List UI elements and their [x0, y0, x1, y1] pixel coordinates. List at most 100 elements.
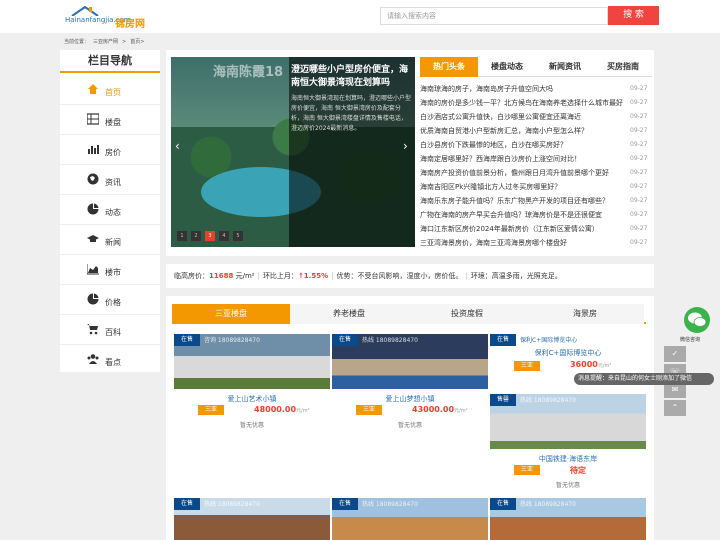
- listing-name[interactable]: 保利C+国际博览中心: [490, 348, 646, 358]
- news-row[interactable]: 优质海南自贸港小户型新房汇总，海南小户型怎么样？ 09-27: [420, 123, 652, 137]
- tab-seaview-house[interactable]: 海景房: [526, 304, 644, 324]
- news-title[interactable]: 优质海南自贸港小户型新房汇总，海南小户型怎么样？: [420, 126, 626, 136]
- wechat-consult[interactable]: 微信咨询: [680, 303, 716, 343]
- tab-investment-vacation[interactable]: 投资度假: [408, 304, 526, 324]
- news-title[interactable]: 海南房产投资价值前景分析，儋州跟日月湾升值前景哪个更好: [420, 168, 626, 178]
- breadcrumb: 当前位置： 三亚房产网 > 首页>: [64, 38, 148, 45]
- nav-item-buildings[interactable]: 楼盘: [60, 105, 160, 135]
- listing-phone: 热线 18089828470: [362, 337, 418, 344]
- news-row[interactable]: 海口江东新区房价2024年最新房价（江东新区爱情公寓） 09-27: [420, 221, 652, 235]
- home-icon: [88, 84, 98, 94]
- news-date: 09-27: [630, 85, 648, 92]
- nav-item-highlights[interactable]: 看点: [60, 345, 160, 375]
- news-title[interactable]: 白沙酒店式公寓升值快，白沙哪里公寓便宜还离海近: [420, 112, 626, 122]
- listing-name[interactable]: 爱上山梦想小镇: [332, 394, 488, 404]
- news-row[interactable]: 海南乐东房子能升值吗？乐东广物黑产开发的项目还有哪些？ 09-27: [420, 193, 652, 207]
- news-title[interactable]: 白沙县房价下跌最惨的地区，白沙在哪买房好？: [420, 140, 626, 150]
- nav-item-home[interactable]: 首页: [60, 75, 160, 105]
- nav-item-info[interactable]: 资讯: [60, 165, 160, 195]
- slider-dot[interactable]: 1: [177, 231, 187, 241]
- news-date: 09-27: [630, 99, 648, 106]
- nav-item-wiki[interactable]: 百科: [60, 315, 160, 345]
- price-number: 48000.00: [254, 405, 297, 414]
- tab-hot-headlines[interactable]: 热门头条: [420, 57, 478, 77]
- listing-price: 43000.00元/m²: [412, 405, 468, 414]
- news-title[interactable]: 海南吉阳区Pk兴隆镇北方人过冬买房哪里好？: [420, 182, 626, 192]
- nav-item-label: 看点: [105, 358, 121, 367]
- slider-dot[interactable]: 5: [233, 231, 243, 241]
- left-nav-title: 栏目导航: [60, 50, 160, 73]
- news-title[interactable]: 海南乐东房子能升值吗？乐东广物黑产开发的项目还有哪些？: [420, 196, 626, 206]
- news-title[interactable]: 海南的房价是多少钱一平？北方候鸟在海南养老选择什么城市最好: [420, 98, 626, 108]
- back-to-top-icon[interactable]: ⌃: [664, 400, 686, 416]
- news-row[interactable]: 白沙县房价下跌最惨的地区，白沙在哪买房好？ 09-27: [420, 137, 652, 151]
- message-toast: 消息提醒：来自昆山的何女士刚添加了微信: [574, 373, 714, 385]
- nav-item-market[interactable]: 楼市: [60, 255, 160, 285]
- status-badge: 在售: [174, 334, 200, 346]
- check-icon[interactable]: ✓: [664, 346, 686, 362]
- region-tag: 三亚: [514, 361, 540, 371]
- nav-item-prices[interactable]: 房价: [60, 135, 160, 165]
- site-logo[interactable]: Hainanfangjia.com 锦房网: [63, 6, 153, 30]
- listing-price: 48000.00元/m²: [254, 405, 310, 414]
- nav-item-price[interactable]: 价格: [60, 285, 160, 315]
- news-date: 09-27: [630, 169, 648, 176]
- news-date: 09-27: [630, 127, 648, 134]
- breadcrumb-label: 当前位置：: [64, 39, 90, 45]
- listing-panel: 三亚楼盘 养老楼盘 投资度假 海景房 在售 咨询 18089828470 爱上山…: [166, 296, 654, 540]
- tab-retirement-buildings[interactable]: 养老楼盘: [290, 304, 408, 324]
- listing-phone: 热线 18089828470: [520, 397, 576, 404]
- nav-item-news[interactable]: 新闻: [60, 225, 160, 255]
- image-slider[interactable]: 海南陈霞18 澄迈哪些小户型房价便宜，海南恒大御景湾现在划算吗 海南恒大御景湾现…: [171, 57, 415, 247]
- environment-text: 环境：高温多雨，光照充足。: [470, 272, 562, 280]
- news-date: 09-27: [630, 183, 648, 190]
- price-unit: 元/m²: [454, 408, 468, 414]
- news-title[interactable]: 广物在海南的房产早买会升值吗？琼海房价是不是还很便宜: [420, 210, 626, 220]
- news-tabs: 热门头条 楼盘动态 新闻资讯 买房指南: [420, 57, 652, 77]
- nav-item-dynamics[interactable]: 动态: [60, 195, 160, 225]
- status-badge: 在售: [332, 334, 358, 346]
- news-title[interactable]: 海南琼海的房子，海南岛房子升值空间大吗: [420, 84, 626, 94]
- news-date: 09-27: [630, 113, 648, 120]
- tab-buying-guide[interactable]: 买房指南: [594, 57, 652, 77]
- nav-item-label: 动态: [105, 208, 121, 217]
- news-row[interactable]: 海南的房价是多少钱一平？北方候鸟在海南养老选择什么城市最好 09-27: [420, 95, 652, 109]
- listing-name[interactable]: 爱上山艺术小镇: [174, 394, 330, 404]
- slider-prev-arrow[interactable]: ‹: [175, 139, 180, 153]
- tab-news-info[interactable]: 新闻资讯: [536, 57, 594, 77]
- news-date: 09-27: [630, 239, 648, 246]
- listing-name[interactable]: 中国铁建·海语东岸: [490, 454, 646, 464]
- nav-item-label: 价格: [105, 298, 121, 307]
- tab-sanya-buildings[interactable]: 三亚楼盘: [172, 304, 290, 324]
- slider-dot-active[interactable]: 3: [205, 231, 215, 241]
- slider-next-arrow[interactable]: ›: [403, 139, 408, 153]
- listing-promo: 暂无优惠: [555, 482, 580, 489]
- news-row[interactable]: 白沙酒店式公寓升值快，白沙哪里公寓便宜还离海近 09-27: [420, 109, 652, 123]
- breadcrumb-sep: >: [122, 39, 127, 45]
- news-row[interactable]: 三亚湾海景房价，海南三亚湾海景房哪个楼盘好 09-27: [420, 235, 652, 249]
- news-row[interactable]: 海南定居哪里好？西海岸跟白沙房价上涨空间对比！ 09-27: [420, 151, 652, 165]
- news-row[interactable]: 广物在海南的房产早买会升值吗？琼海房价是不是还很便宜 09-27: [420, 207, 652, 221]
- news-title[interactable]: 海口江东新区房价2024年最新房价（江东新区爱情公寓）: [420, 224, 626, 234]
- breadcrumb-link[interactable]: 三亚房产网: [93, 39, 118, 45]
- users-icon: [87, 354, 99, 364]
- listing-promo: 暂无优惠: [397, 422, 422, 429]
- news-row[interactable]: 海南吉阳区Pk兴隆镇北方人过冬买房哪里好？ 09-27: [420, 179, 652, 193]
- search-input[interactable]: 请输入搜索内容: [380, 7, 608, 25]
- wechat-label: 微信咨询: [680, 337, 701, 343]
- news-title[interactable]: 三亚湾海景房价，海南三亚湾海景房哪个楼盘好: [420, 238, 626, 248]
- slider-dot[interactable]: 2: [191, 231, 201, 241]
- news-date: 09-27: [630, 225, 648, 232]
- news-title[interactable]: 海南定居哪里好？西海岸跟白沙房价上涨空间对比！: [420, 154, 626, 164]
- news-date: 09-27: [630, 141, 648, 148]
- search-button[interactable]: 搜 索: [608, 6, 659, 25]
- news-row[interactable]: 海南琼海的房子，海南岛房子升值空间大吗 09-27: [420, 81, 652, 95]
- news-panel: 热门头条 楼盘动态 新闻资讯 买房指南 海南琼海的房子，海南岛房子升值空间大吗 0…: [420, 57, 652, 247]
- slider-dot[interactable]: 4: [219, 231, 229, 241]
- globe-icon: [87, 173, 99, 185]
- region-tag: 三亚: [514, 465, 540, 475]
- tab-building-news[interactable]: 楼盘动态: [478, 57, 536, 77]
- slider-title[interactable]: 澄迈哪些小户型房价便宜，海南恒大御景湾现在划算吗: [291, 64, 413, 90]
- news-row[interactable]: 海南房产投资价值前景分析，儋州跟日月湾升值前景哪个更好 09-27: [420, 165, 652, 179]
- nav-item-label: 百科: [105, 328, 121, 337]
